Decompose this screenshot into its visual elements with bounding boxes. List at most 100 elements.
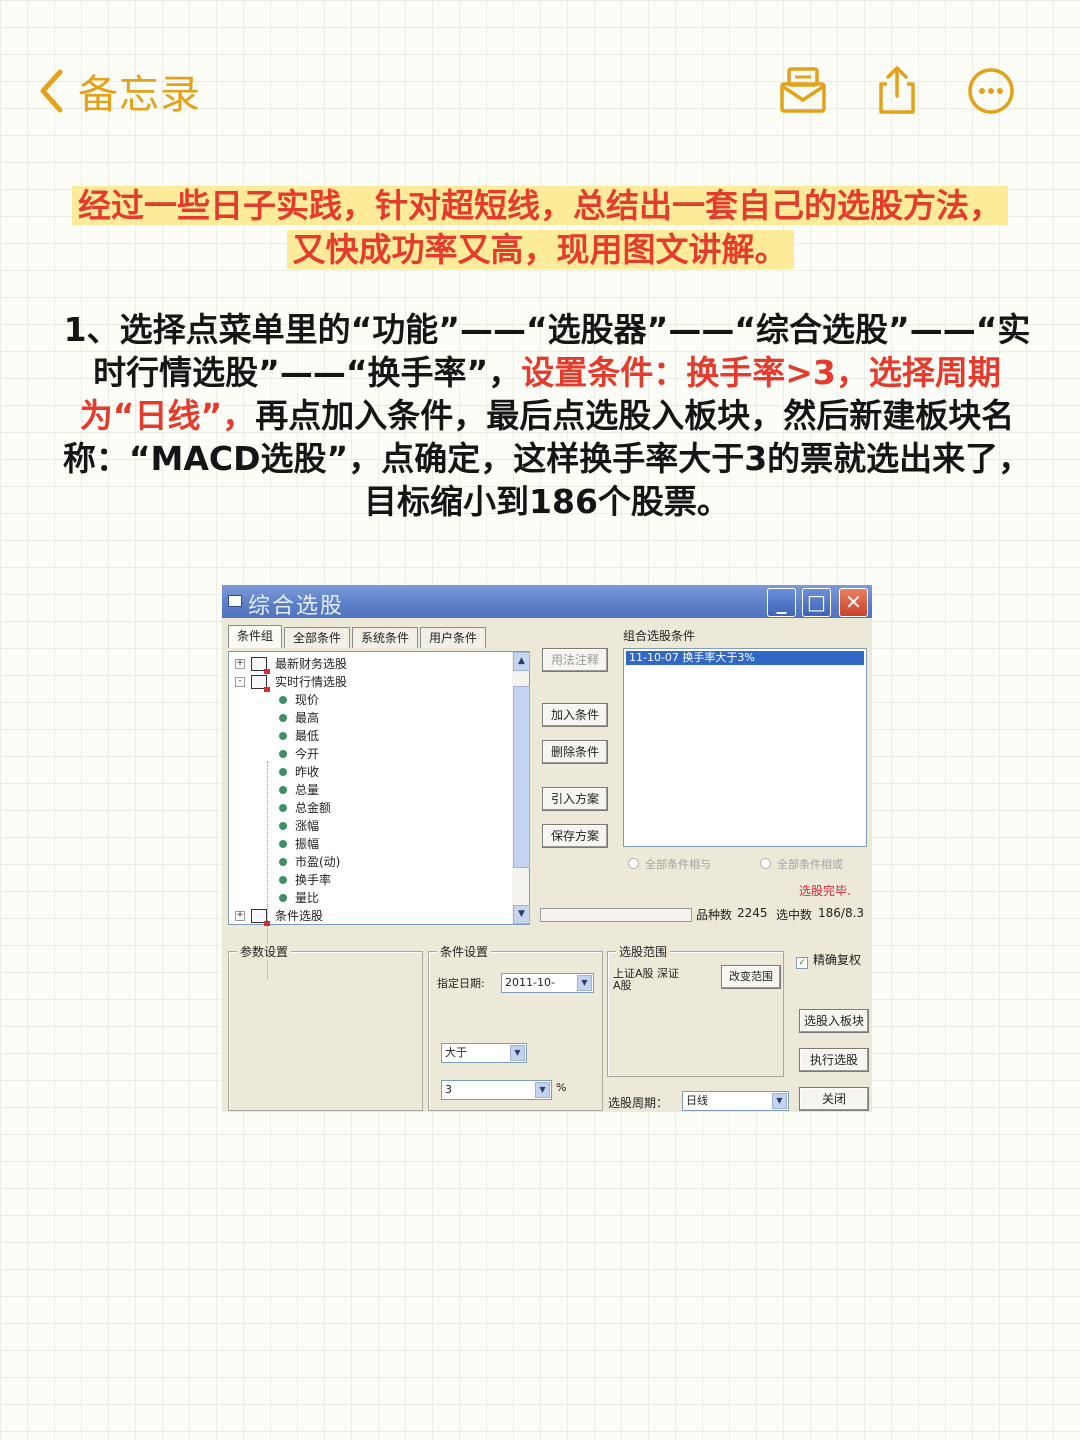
progress-bar [540, 908, 692, 922]
tree-label: 现价 [295, 693, 320, 707]
minimize-button[interactable]: _ [767, 588, 796, 617]
leaf-node-icon [279, 858, 287, 866]
period-select[interactable]: 日线 ▼ [682, 1091, 789, 1111]
radio-all-and[interactable]: 全部条件相与 [628, 856, 711, 872]
tree-label: 今开 [295, 747, 320, 761]
leaf-node-icon [279, 696, 287, 704]
radio-all-or[interactable]: 全部条件相或 [760, 856, 843, 872]
tree-label: 振幅 [295, 837, 320, 851]
dropdown-arrow-icon: ▼ [535, 1082, 550, 1098]
param-settings-group: 参数设置 [228, 943, 423, 1111]
leaf-node-icon [279, 894, 287, 902]
expand-icon[interactable]: + [235, 659, 245, 669]
tree-label: 最高 [295, 711, 320, 725]
share-icon[interactable] [872, 64, 922, 116]
leaf-node-icon [279, 750, 287, 758]
tree-scrollbar[interactable]: ▲ ▼ [512, 652, 530, 924]
tree-label: 总量 [295, 783, 320, 797]
back-label: 备忘录 [78, 72, 201, 118]
step-paragraph: 1、选择点菜单里的“功能”——“选股器”——“综合选股”——“实时行情选股”——… [52, 308, 1042, 523]
tree-label: 涨幅 [295, 819, 320, 833]
import-scheme-button[interactable]: 引入方案 [542, 787, 608, 811]
condition-settings-group: 条件设置 指定日期: 2011-10- ▼ 大于 ▼ 3 ▼ % [428, 943, 603, 1111]
maximize-button[interactable]: □ [802, 588, 831, 617]
percent-sign: % [556, 1081, 567, 1094]
tab-user-conditions[interactable]: 用户条件 [420, 627, 487, 648]
more-icon[interactable] [966, 64, 1016, 116]
folder-icon [251, 909, 270, 926]
scroll-up-arrow-icon[interactable]: ▲ [513, 652, 530, 671]
tab-system-conditions[interactable]: 系统条件 [352, 627, 419, 648]
tree-label: 昨收 [295, 765, 320, 779]
leaf-node-icon [279, 876, 287, 884]
intro-highlight: 经过一些日子实践，针对超短线，总结出一套自己的选股方法， 又快成功率又高，现用图… [40, 184, 1040, 272]
date-label: 指定日期: [437, 977, 485, 990]
dropdown-arrow-icon: ▼ [577, 975, 592, 991]
threshold-input[interactable]: 3 ▼ [441, 1080, 552, 1100]
leaf-node-icon [279, 768, 287, 776]
scroll-down-arrow-icon[interactable]: ▼ [513, 905, 530, 924]
threshold-value: 3 [445, 1083, 452, 1096]
back-button[interactable]: 备忘录 [38, 62, 201, 120]
count-value: 2245 [737, 906, 768, 920]
screening-status: 选股完毕. [799, 884, 851, 898]
change-range-button[interactable]: 改变范围 [721, 965, 781, 989]
leaf-node-icon [279, 840, 287, 848]
add-condition-button[interactable]: 加入条件 [542, 703, 608, 727]
window-titlebar: 综合选股 _ □ ✕ [222, 585, 872, 619]
leaf-node-icon [279, 822, 287, 830]
leaf-node-icon [279, 714, 287, 722]
date-select[interactable]: 2011-10- ▼ [501, 973, 594, 993]
tree-label: 换手率 [295, 873, 332, 887]
tree-label: 量比 [295, 891, 320, 905]
operator-value: 大于 [445, 1046, 467, 1059]
param-settings-label: 参数设置 [237, 943, 292, 960]
tab-all-conditions[interactable]: 全部条件 [284, 627, 351, 648]
period-value: 日线 [686, 1094, 708, 1107]
window-title: 综合选股 [248, 594, 345, 619]
folder-icon [251, 675, 270, 692]
usage-notes-button[interactable]: 用法注释 [542, 648, 608, 672]
scroll-thumb[interactable] [513, 686, 530, 868]
exact-rights-checkbox[interactable]: ✓ 精确复权 [796, 951, 861, 969]
save-scheme-button[interactable]: 保存方案 [542, 824, 608, 848]
nav-actions [778, 64, 1016, 116]
leaf-node-icon [279, 786, 287, 794]
tree-label: 总金额 [295, 801, 332, 815]
selected-value: 186/8.3 [818, 906, 865, 920]
exact-rights-label: 精确复权 [813, 953, 862, 967]
combo-conditions-label: 组合选股条件 [623, 629, 696, 643]
collapse-icon[interactable]: - [235, 677, 245, 687]
condition-settings-label: 条件设置 [437, 943, 492, 960]
range-label: 选股范围 [616, 943, 671, 960]
folder-icon [251, 657, 270, 674]
count-label: 品种数 [696, 908, 733, 922]
combo-condition-item[interactable]: 11-10-07 换手率大于3% [626, 651, 864, 665]
selected-label: 选中数 [776, 908, 813, 922]
dropdown-arrow-icon: ▼ [510, 1045, 525, 1061]
combo-conditions-list[interactable]: 11-10-07 换手率大于3% [623, 648, 867, 847]
range-text: 上证A股 深证 A股 [613, 968, 679, 992]
delete-condition-button[interactable]: 删除条件 [542, 740, 608, 764]
close-window-button[interactable]: ✕ [839, 588, 868, 617]
envelope-icon[interactable] [778, 64, 828, 116]
intro-line-2: 又快成功率又高，现用图文讲解。 [286, 230, 794, 269]
operator-select[interactable]: 大于 ▼ [441, 1043, 527, 1063]
dropdown-arrow-icon: ▼ [772, 1093, 787, 1109]
tab-condition-group[interactable]: 条件组 [228, 625, 283, 648]
chevron-left-icon [40, 69, 63, 113]
date-value: 2011-10- [505, 976, 555, 989]
close-button[interactable]: 关闭 [799, 1087, 869, 1111]
condition-tabs: 条件组 全部条件 系统条件 用户条件 [228, 625, 488, 648]
execute-screening-button[interactable]: 执行选股 [799, 1048, 869, 1072]
tree-label: 市盈(动) [295, 855, 341, 869]
select-to-block-button[interactable]: 选股入板块 [799, 1009, 869, 1033]
tree-label: 最新财务选股 [275, 657, 348, 671]
expand-icon[interactable]: + [235, 911, 245, 921]
condition-tree: + 最新财务选股 - 实时行情选股 现价 最高 最低 今开 昨收 总量 总金额 涨幅 振幅 市盈(动) 换手… [228, 651, 530, 979]
leaf-node-icon [279, 804, 287, 812]
stock-screener-window: 综合选股 _ □ ✕ 条件组 全部条件 系统条件 用户条件 + 最新财务选股 - 实时… [222, 585, 872, 1112]
checkbox-icon: ✓ [796, 957, 808, 969]
leaf-node-icon [279, 732, 287, 740]
range-text-line-2: A股 [613, 979, 632, 992]
